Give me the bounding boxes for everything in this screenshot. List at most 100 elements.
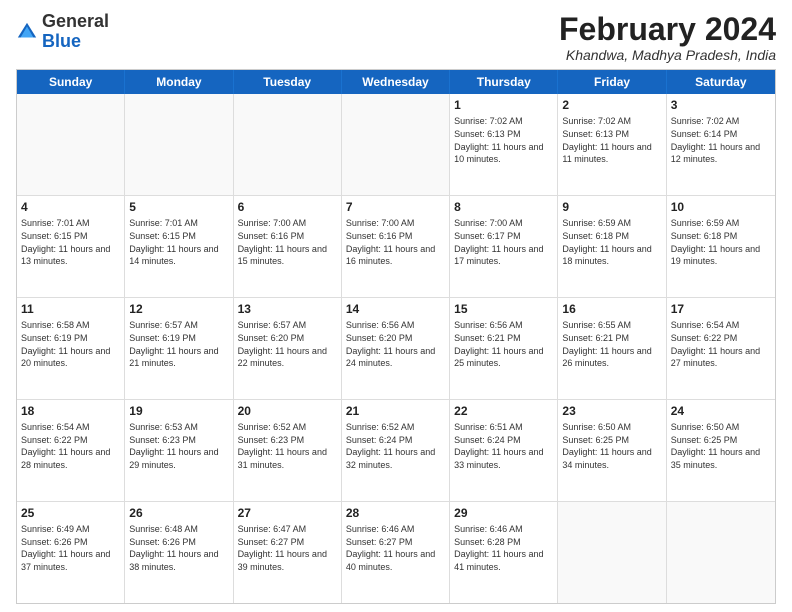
cell-info-28: Sunrise: 6:46 AMSunset: 6:27 PMDaylight:… (346, 523, 445, 573)
week-row-3: 11 Sunrise: 6:58 AMSunset: 6:19 PMDayligh… (17, 298, 775, 400)
day-num-21: 21 (346, 403, 445, 419)
cell-2-2: 13 Sunrise: 6:57 AMSunset: 6:20 PMDayligh… (234, 298, 342, 399)
cell-info-5: Sunrise: 7:01 AMSunset: 6:15 PMDaylight:… (129, 217, 228, 267)
day-num-14: 14 (346, 301, 445, 317)
header: General Blue February 2024 Khandwa, Madh… (16, 12, 776, 63)
cell-info-15: Sunrise: 6:56 AMSunset: 6:21 PMDaylight:… (454, 319, 553, 369)
day-num-7: 7 (346, 199, 445, 215)
location: Khandwa, Madhya Pradesh, India (559, 47, 776, 63)
cell-0-4: 1 Sunrise: 7:02 AMSunset: 6:13 PMDaylight… (450, 94, 558, 195)
cell-info-3: Sunrise: 7:02 AMSunset: 6:14 PMDaylight:… (671, 115, 771, 165)
day-num-20: 20 (238, 403, 337, 419)
title-block: February 2024 Khandwa, Madhya Pradesh, I… (559, 12, 776, 63)
cell-4-3: 28 Sunrise: 6:46 AMSunset: 6:27 PMDayligh… (342, 502, 450, 603)
cell-info-8: Sunrise: 7:00 AMSunset: 6:17 PMDaylight:… (454, 217, 553, 267)
calendar-body: 1 Sunrise: 7:02 AMSunset: 6:13 PMDaylight… (17, 94, 775, 603)
cell-info-23: Sunrise: 6:50 AMSunset: 6:25 PMDaylight:… (562, 421, 661, 471)
day-num-4: 4 (21, 199, 120, 215)
cell-0-0 (17, 94, 125, 195)
generalblue-logo-icon (16, 21, 38, 43)
week-row-2: 4 Sunrise: 7:01 AMSunset: 6:15 PMDaylight… (17, 196, 775, 298)
cell-info-18: Sunrise: 6:54 AMSunset: 6:22 PMDaylight:… (21, 421, 120, 471)
weekday-saturday: Saturday (667, 70, 775, 94)
cell-info-12: Sunrise: 6:57 AMSunset: 6:19 PMDaylight:… (129, 319, 228, 369)
weekday-monday: Monday (125, 70, 233, 94)
day-num-15: 15 (454, 301, 553, 317)
page: General Blue February 2024 Khandwa, Madh… (0, 0, 792, 612)
month-title: February 2024 (559, 12, 776, 47)
cell-info-29: Sunrise: 6:46 AMSunset: 6:28 PMDaylight:… (454, 523, 553, 573)
logo-blue: Blue (42, 31, 81, 51)
cell-info-26: Sunrise: 6:48 AMSunset: 6:26 PMDaylight:… (129, 523, 228, 573)
cell-4-5 (558, 502, 666, 603)
cell-info-11: Sunrise: 6:58 AMSunset: 6:19 PMDaylight:… (21, 319, 120, 369)
cell-3-6: 24 Sunrise: 6:50 AMSunset: 6:25 PMDayligh… (667, 400, 775, 501)
day-num-22: 22 (454, 403, 553, 419)
weekday-sunday: Sunday (17, 70, 125, 94)
weekday-tuesday: Tuesday (234, 70, 342, 94)
cell-4-0: 25Sunrise: 6:49 AMSunset: 6:26 PMDayligh… (17, 502, 125, 603)
cell-4-6 (667, 502, 775, 603)
cell-3-3: 21 Sunrise: 6:52 AMSunset: 6:24 PMDayligh… (342, 400, 450, 501)
day-num-9: 9 (562, 199, 661, 215)
week-row-4: 18Sunrise: 6:54 AMSunset: 6:22 PMDayligh… (17, 400, 775, 502)
cell-info-13: Sunrise: 6:57 AMSunset: 6:20 PMDaylight:… (238, 319, 337, 369)
cell-info-21: Sunrise: 6:52 AMSunset: 6:24 PMDaylight:… (346, 421, 445, 471)
cell-4-1: 26 Sunrise: 6:48 AMSunset: 6:26 PMDayligh… (125, 502, 233, 603)
calendar-header: Sunday Monday Tuesday Wednesday Thursday… (17, 70, 775, 94)
cell-3-1: 19 Sunrise: 6:53 AMSunset: 6:23 PMDayligh… (125, 400, 233, 501)
cell-4-2: 27 Sunrise: 6:47 AMSunset: 6:27 PMDayligh… (234, 502, 342, 603)
logo-text: General Blue (42, 12, 109, 52)
cell-info-6: Sunrise: 7:00 AMSunset: 6:16 PMDaylight:… (238, 217, 337, 267)
day-num-13: 13 (238, 301, 337, 317)
cell-3-4: 22 Sunrise: 6:51 AMSunset: 6:24 PMDayligh… (450, 400, 558, 501)
cell-1-5: 9 Sunrise: 6:59 AMSunset: 6:18 PMDaylight… (558, 196, 666, 297)
cell-info-10: Sunrise: 6:59 AMSunset: 6:18 PMDaylight:… (671, 217, 771, 267)
logo: General Blue (16, 12, 109, 52)
day-num-27: 27 (238, 505, 337, 521)
cell-info-17: Sunrise: 6:54 AMSunset: 6:22 PMDaylight:… (671, 319, 771, 369)
cell-info-1: Sunrise: 7:02 AMSunset: 6:13 PMDaylight:… (454, 115, 553, 165)
cell-info-22: Sunrise: 6:51 AMSunset: 6:24 PMDaylight:… (454, 421, 553, 471)
day-num-8: 8 (454, 199, 553, 215)
cell-0-5: 2Sunrise: 7:02 AMSunset: 6:13 PMDaylight… (558, 94, 666, 195)
day-num-1: 1 (454, 97, 553, 113)
day-num-2: 2 (562, 97, 661, 113)
cell-2-3: 14 Sunrise: 6:56 AMSunset: 6:20 PMDayligh… (342, 298, 450, 399)
cell-2-4: 15 Sunrise: 6:56 AMSunset: 6:21 PMDayligh… (450, 298, 558, 399)
day-num-11: 11 (21, 301, 120, 317)
cell-1-6: 10Sunrise: 6:59 AMSunset: 6:18 PMDayligh… (667, 196, 775, 297)
day-num-19: 19 (129, 403, 228, 419)
cell-0-3 (342, 94, 450, 195)
cell-info-7: Sunrise: 7:00 AMSunset: 6:16 PMDaylight:… (346, 217, 445, 267)
weekday-friday: Friday (558, 70, 666, 94)
cell-1-0: 4Sunrise: 7:01 AMSunset: 6:15 PMDaylight… (17, 196, 125, 297)
day-num-12: 12 (129, 301, 228, 317)
day-num-3: 3 (671, 97, 771, 113)
cell-info-14: Sunrise: 6:56 AMSunset: 6:20 PMDaylight:… (346, 319, 445, 369)
cell-2-5: 16Sunrise: 6:55 AMSunset: 6:21 PMDayligh… (558, 298, 666, 399)
cell-4-4: 29Sunrise: 6:46 AMSunset: 6:28 PMDayligh… (450, 502, 558, 603)
cell-info-24: Sunrise: 6:50 AMSunset: 6:25 PMDaylight:… (671, 421, 771, 471)
calendar: Sunday Monday Tuesday Wednesday Thursday… (16, 69, 776, 604)
cell-1-3: 7 Sunrise: 7:00 AMSunset: 6:16 PMDaylight… (342, 196, 450, 297)
day-num-24: 24 (671, 403, 771, 419)
cell-2-0: 11 Sunrise: 6:58 AMSunset: 6:19 PMDayligh… (17, 298, 125, 399)
cell-0-1 (125, 94, 233, 195)
cell-info-9: Sunrise: 6:59 AMSunset: 6:18 PMDaylight:… (562, 217, 661, 267)
day-num-28: 28 (346, 505, 445, 521)
cell-1-2: 6 Sunrise: 7:00 AMSunset: 6:16 PMDaylight… (234, 196, 342, 297)
day-num-17: 17 (671, 301, 771, 317)
cell-info-20: Sunrise: 6:52 AMSunset: 6:23 PMDaylight:… (238, 421, 337, 471)
day-num-6: 6 (238, 199, 337, 215)
cell-info-27: Sunrise: 6:47 AMSunset: 6:27 PMDaylight:… (238, 523, 337, 573)
weekday-wednesday: Wednesday (342, 70, 450, 94)
day-num-26: 26 (129, 505, 228, 521)
cell-info-16: Sunrise: 6:55 AMSunset: 6:21 PMDaylight:… (562, 319, 661, 369)
day-num-23: 23 (562, 403, 661, 419)
cell-1-4: 8 Sunrise: 7:00 AMSunset: 6:17 PMDaylight… (450, 196, 558, 297)
cell-0-2 (234, 94, 342, 195)
cell-info-19: Sunrise: 6:53 AMSunset: 6:23 PMDaylight:… (129, 421, 228, 471)
cell-3-5: 23 Sunrise: 6:50 AMSunset: 6:25 PMDayligh… (558, 400, 666, 501)
weekday-thursday: Thursday (450, 70, 558, 94)
